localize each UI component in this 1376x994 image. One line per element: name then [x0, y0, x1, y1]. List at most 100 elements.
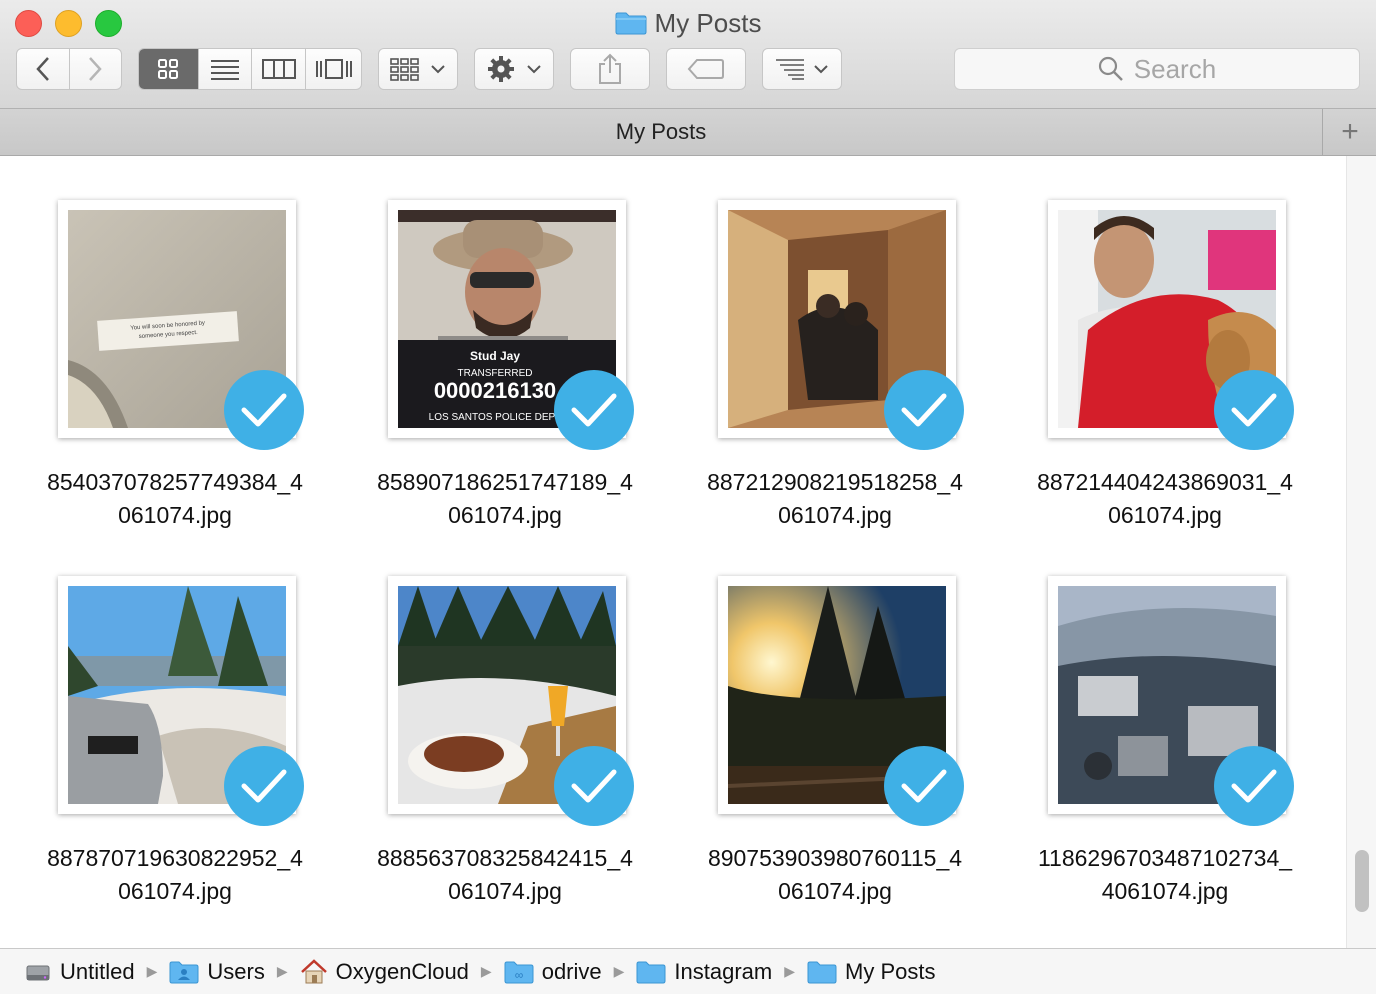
file-name: 887870719630822952_4 061074.jpg: [47, 845, 303, 904]
breadcrumb-item-my-posts[interactable]: My Posts: [807, 959, 935, 985]
file-thumbnail[interactable]: You will soon be honored by someone you …: [58, 200, 304, 450]
folder-icon: [615, 12, 647, 35]
odrive-folder-icon: ∞: [504, 961, 534, 983]
breadcrumb-separator-icon: ▶: [613, 963, 625, 979]
tag-icon: [687, 59, 724, 79]
odrive-menu-button[interactable]: [762, 48, 842, 90]
checkmark-icon: [571, 769, 617, 803]
gear-icon: [488, 56, 514, 82]
synced-check-badge: [884, 370, 964, 450]
home-icon: [300, 958, 327, 983]
tab-current[interactable]: My Posts: [0, 109, 1322, 155]
chevron-down-icon: [431, 65, 445, 74]
finder-window: My Posts Search My Posts + You will soon…: [0, 0, 1376, 994]
titlebar-toolbar: My Posts Search: [0, 0, 1376, 109]
checkmark-icon: [1231, 769, 1277, 803]
arrange-grid-icon: [390, 58, 419, 81]
share-button[interactable]: [570, 48, 650, 90]
chevron-down-icon: [814, 65, 828, 74]
breadcrumb-item-oxygencloud[interactable]: OxygenCloud: [300, 959, 469, 985]
file-name: 887214404243869031_4 061074.jpg: [1037, 469, 1293, 528]
scrollbar-thumb[interactable]: [1355, 850, 1369, 912]
back-forward-group: [16, 48, 122, 90]
checkmark-icon: [901, 393, 947, 427]
breadcrumb-separator-icon: ▶: [276, 963, 288, 979]
file-item[interactable]: 887870719630822952_4 061074.jpg: [0, 576, 304, 916]
file-name: 854037078257749384_4 061074.jpg: [47, 469, 303, 528]
window-title: My Posts: [0, 6, 1376, 40]
search-placeholder: Search: [1133, 53, 1217, 84]
file-thumbnail[interactable]: [388, 576, 634, 826]
icon-view-button[interactable]: [139, 49, 199, 89]
synced-check-badge: [224, 746, 304, 826]
cover-flow-icon: [315, 59, 352, 79]
path-bar: Untitled ▶ Users ▶ OxygenCloud ▶ ∞ odriv…: [0, 948, 1376, 994]
checkmark-icon: [901, 769, 947, 803]
forward-button[interactable]: [70, 49, 122, 89]
list-view-button[interactable]: [199, 49, 253, 89]
file-thumbnail[interactable]: [58, 576, 304, 826]
breadcrumb-separator-icon: ▶: [146, 963, 158, 979]
file-item[interactable]: 887212908219518258_4 061074.jpg: [660, 200, 964, 540]
share-icon: [599, 53, 621, 84]
window-title-text: My Posts: [654, 7, 762, 38]
back-button[interactable]: [17, 49, 70, 89]
file-grid: You will soon be honored by someone you …: [0, 156, 1346, 948]
breadcrumb-separator-icon: ▶: [480, 963, 492, 979]
chevron-left-icon: [36, 57, 49, 81]
arrange-button[interactable]: [378, 48, 458, 90]
file-thumbnail[interactable]: [718, 200, 964, 450]
mugshot-number: 0000216130: [434, 378, 556, 403]
search-field[interactable]: Search: [954, 48, 1360, 90]
mugshot-dept: LOS SANTOS POLICE DEPT: [429, 412, 562, 423]
breadcrumb-item-untitled[interactable]: Untitled: [24, 958, 135, 986]
file-item[interactable]: 888563708325842415_4 061074.jpg: [330, 576, 634, 916]
tab-bar: My Posts +: [0, 109, 1376, 156]
synced-check-badge: [1214, 370, 1294, 450]
file-item[interactable]: 887214404243869031_4 061074.jpg: [990, 200, 1294, 540]
breadcrumb-item-odrive[interactable]: ∞ odrive: [504, 959, 602, 985]
file-name: 858907186251747189_4 061074.jpg: [377, 469, 633, 528]
column-view-button[interactable]: [252, 49, 307, 89]
view-mode-control: [138, 48, 362, 90]
synced-check-badge: [224, 370, 304, 450]
chevron-down-icon: [527, 65, 541, 74]
checkmark-icon: [241, 769, 287, 803]
file-thumbnail[interactable]: Stud Jay TRANSFERRED 0000216130 LOS SANT…: [388, 200, 634, 450]
tags-button[interactable]: [666, 48, 746, 90]
file-thumbnail[interactable]: [718, 576, 964, 826]
mugshot-name: Stud Jay: [470, 349, 520, 363]
breadcrumb-item-instagram[interactable]: Instagram: [636, 959, 772, 985]
file-name: 887212908219518258_4 061074.jpg: [707, 469, 963, 528]
chevron-right-icon: [89, 57, 102, 81]
list-icon: [211, 60, 240, 80]
synced-check-badge: [884, 746, 964, 826]
file-item[interactable]: 1186296703487102734_ 4061074.jpg: [990, 576, 1294, 916]
grid-icon: [158, 59, 179, 79]
new-tab-button[interactable]: +: [1322, 109, 1376, 155]
file-thumbnail[interactable]: [1048, 200, 1294, 450]
action-button[interactable]: [474, 48, 554, 90]
checkmark-icon: [571, 393, 617, 427]
search-icon: [1098, 56, 1123, 81]
plus-icon: +: [1341, 115, 1359, 148]
breadcrumb-item-users[interactable]: Users: [169, 959, 265, 985]
synced-check-badge: [1214, 746, 1294, 826]
cover-flow-view-button[interactable]: [306, 49, 361, 89]
file-item[interactable]: Stud Jay TRANSFERRED 0000216130 LOS SANT…: [330, 200, 634, 540]
file-item[interactable]: 890753903980760115_4 061074.jpg: [660, 576, 964, 916]
file-thumbnail[interactable]: [1048, 576, 1294, 826]
list-lines-icon: [776, 59, 804, 80]
checkmark-icon: [1231, 393, 1277, 427]
vertical-scrollbar[interactable]: [1346, 156, 1376, 948]
breadcrumb-separator-icon: ▶: [784, 963, 796, 979]
folder-icon: [636, 961, 666, 983]
synced-check-badge: [554, 746, 634, 826]
svg-text:∞: ∞: [514, 968, 523, 982]
columns-icon: [261, 59, 296, 79]
hard-drive-icon: [26, 965, 50, 980]
folder-icon: [807, 961, 837, 983]
file-item[interactable]: You will soon be honored by someone you …: [0, 200, 304, 540]
file-name: 1186296703487102734_ 4061074.jpg: [1037, 845, 1293, 904]
users-folder-icon: [169, 961, 199, 983]
